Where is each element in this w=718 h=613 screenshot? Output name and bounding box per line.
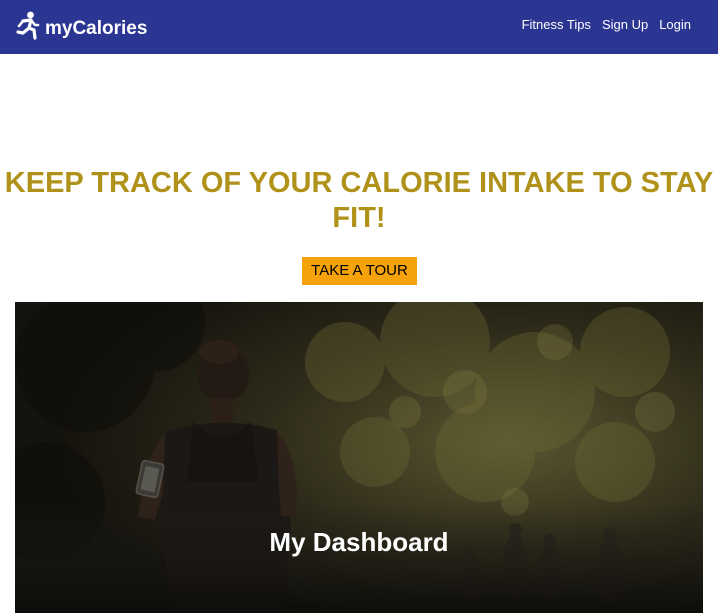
woman-running-in-park-photo xyxy=(15,302,703,613)
nav-links: Fitness Tips Sign Up Login xyxy=(522,17,691,33)
runner-icon xyxy=(16,11,40,40)
dashboard-title: My Dashboard xyxy=(269,527,449,557)
hero-heading: KEEP TRACK OF YOUR CALORIE INTAKE TO STA… xyxy=(4,167,714,234)
navbar: myCalories Fitness Tips Sign Up Login xyxy=(0,0,718,54)
brand-logo-link[interactable]: myCalories xyxy=(14,9,147,45)
nav-link-fitness-tips[interactable]: Fitness Tips xyxy=(522,17,591,33)
nav-link-login[interactable]: Login xyxy=(659,17,691,33)
brand-name: myCalories xyxy=(45,18,148,39)
take-a-tour-button[interactable]: TAKE A TOUR xyxy=(302,257,417,285)
nav-link-sign-up[interactable]: Sign Up xyxy=(602,17,648,33)
dashboard-panel[interactable]: My Dashboard xyxy=(15,302,703,613)
